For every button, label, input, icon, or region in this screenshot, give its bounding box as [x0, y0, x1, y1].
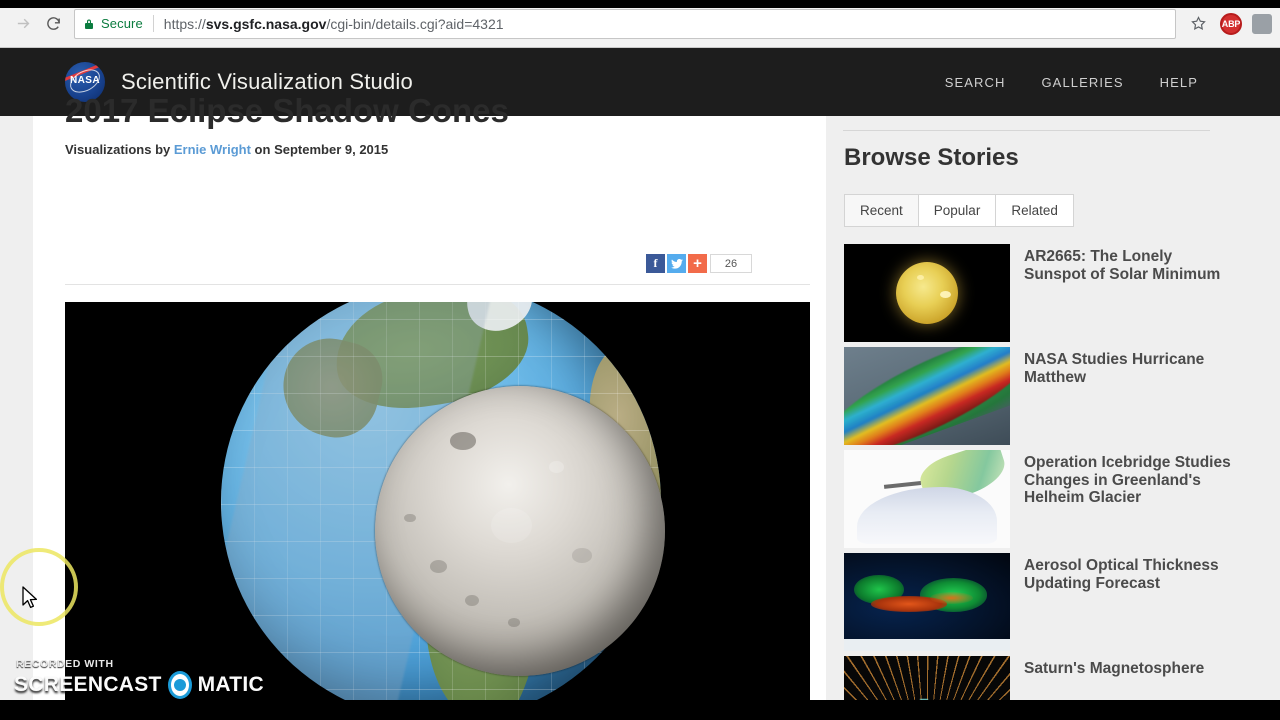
nav-link-search[interactable]: SEARCH [945, 75, 1006, 90]
moon-crater [464, 594, 480, 607]
forward-arrow-icon[interactable] [8, 9, 38, 39]
lock-icon [83, 17, 95, 31]
moon-crater [549, 461, 564, 473]
facebook-share-icon[interactable]: f [646, 254, 665, 273]
moon-crater [572, 548, 593, 563]
tab-related[interactable]: Related [995, 194, 1074, 227]
letterbox-top [0, 0, 1280, 8]
moon-sphere [375, 386, 665, 676]
visualization-image[interactable] [65, 302, 810, 700]
star-icon[interactable] [1184, 10, 1212, 38]
moon-crater [430, 560, 448, 574]
addthis-share-icon[interactable]: + [688, 254, 707, 273]
share-count: 26 [710, 254, 752, 273]
nasa-wordmark: NASA [70, 75, 100, 86]
adblock-plus-icon[interactable]: ABP [1220, 12, 1242, 35]
tab-popular[interactable]: Popular [917, 194, 996, 227]
story-title[interactable]: Aerosol Optical Thickness Updating Forec… [1024, 553, 1234, 592]
list-item[interactable]: Operation Icebridge Studies Changes in G… [844, 450, 1234, 548]
share-buttons: f + 26 [646, 254, 752, 273]
story-title[interactable]: AR2665: The Lonely Sunspot of Solar Mini… [1024, 244, 1234, 283]
hurricane-thumbnail[interactable] [844, 347, 1010, 445]
nav-link-galleries[interactable]: GALLERIES [1041, 75, 1123, 90]
letterbox-bottom [0, 700, 1280, 720]
publish-date: September 9, 2015 [274, 142, 389, 157]
page-title: 2017 Eclipse Shadow Cones [65, 92, 509, 129]
saturn-thumbnail[interactable] [844, 656, 1010, 700]
sidebar-tabs: Recent Popular Related [844, 194, 1074, 227]
author-link[interactable]: Ernie Wright [174, 142, 251, 157]
glacier-thumbnail[interactable] [844, 450, 1010, 548]
nav-link-help[interactable]: HELP [1160, 75, 1198, 90]
story-title[interactable]: Operation Icebridge Studies Changes in G… [1024, 450, 1234, 507]
list-item[interactable]: NASA Studies Hurricane Matthew [844, 347, 1234, 445]
url-path: /cgi-bin/details.cgi?aid=4321 [326, 15, 504, 32]
omnibox-divider [152, 15, 154, 32]
url-host: svs.gsfc.nasa.gov [205, 15, 327, 32]
moon-crater [508, 618, 520, 627]
twitter-share-icon[interactable] [667, 254, 686, 273]
byline-prefix: Visualizations by [65, 142, 171, 157]
moon-crater [404, 513, 416, 523]
byline-mid: on [254, 142, 271, 157]
list-item[interactable]: Aerosol Optical Thickness Updating Forec… [844, 553, 1234, 651]
tab-recent[interactable]: Recent [844, 194, 918, 227]
sidebar-heading: Browse Stories [844, 144, 1019, 171]
moon-crater [491, 507, 532, 543]
story-title[interactable]: Saturn's Magnetosphere [1024, 656, 1204, 678]
address-bar[interactable]: Secure https://svs.gsfc.nasa.gov/cgi-bin… [74, 8, 1176, 39]
url-scheme: https:// [163, 15, 206, 32]
story-title[interactable]: NASA Studies Hurricane Matthew [1024, 347, 1234, 386]
aerosol-thumbnail[interactable] [844, 553, 1010, 651]
list-item[interactable]: AR2665: The Lonely Sunspot of Solar Mini… [844, 244, 1234, 342]
sun-thumbnail[interactable] [844, 244, 1010, 342]
screen-capture: Secure https://svs.gsfc.nasa.gov/cgi-bin… [0, 0, 1280, 720]
reload-icon[interactable] [38, 9, 68, 39]
byline: Visualizations by Ernie Wright on Septem… [65, 142, 388, 157]
list-item[interactable]: Saturn's Magnetosphere [844, 656, 1234, 700]
page-viewport: NASA Scientific Visualization Studio SEA… [0, 48, 1280, 700]
moon-crater [450, 432, 477, 450]
story-list: AR2665: The Lonely Sunspot of Solar Mini… [844, 244, 1234, 700]
extension-icon[interactable] [1252, 13, 1272, 34]
page-content: 2017 Eclipse Shadow Cones Visualizations… [0, 92, 1280, 700]
secure-label: Secure [101, 16, 143, 31]
url-text: https://svs.gsfc.nasa.gov/cgi-bin/detail… [164, 16, 504, 32]
site-nav: SEARCH GALLERIES HELP [945, 75, 1198, 90]
sidebar-divider [843, 130, 1210, 131]
content-divider [65, 284, 810, 285]
sidebar: Browse Stories Recent Popular Related AR… [843, 116, 1243, 700]
